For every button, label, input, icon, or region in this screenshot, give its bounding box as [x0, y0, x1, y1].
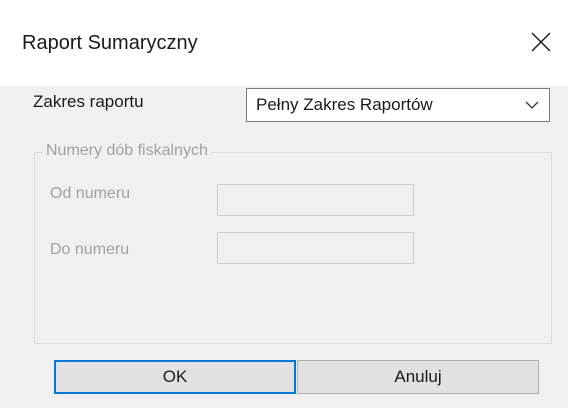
to-number-field[interactable] [217, 232, 414, 264]
fiscal-days-legend: Numery dób fiskalnych [43, 142, 211, 160]
from-number-field[interactable] [217, 184, 414, 216]
report-range-label: Zakres raportu [33, 92, 144, 111]
fiscal-days-group: Numery dób fiskalnych Od numeru Do numer… [34, 142, 552, 344]
to-number-label: Do numeru [50, 241, 130, 258]
close-icon [531, 32, 551, 52]
dialog-title: Raport Sumaryczny [22, 32, 198, 54]
dialog-body: Zakres raportu Pełny Zakres Raportów Num… [0, 86, 568, 408]
chevron-down-icon [525, 101, 539, 109]
report-dialog: Raport Sumaryczny Zakres raportu Pełny Z… [0, 0, 568, 408]
title-bar: Raport Sumaryczny [0, 0, 568, 86]
ok-button[interactable]: OK [54, 360, 296, 394]
cancel-button[interactable]: Anuluj [297, 360, 539, 394]
report-range-value: Pełny Zakres Raportów [256, 95, 433, 114]
from-number-label: Od numeru [50, 185, 131, 202]
close-button[interactable] [518, 18, 568, 68]
report-range-select[interactable]: Pełny Zakres Raportów [246, 88, 550, 122]
